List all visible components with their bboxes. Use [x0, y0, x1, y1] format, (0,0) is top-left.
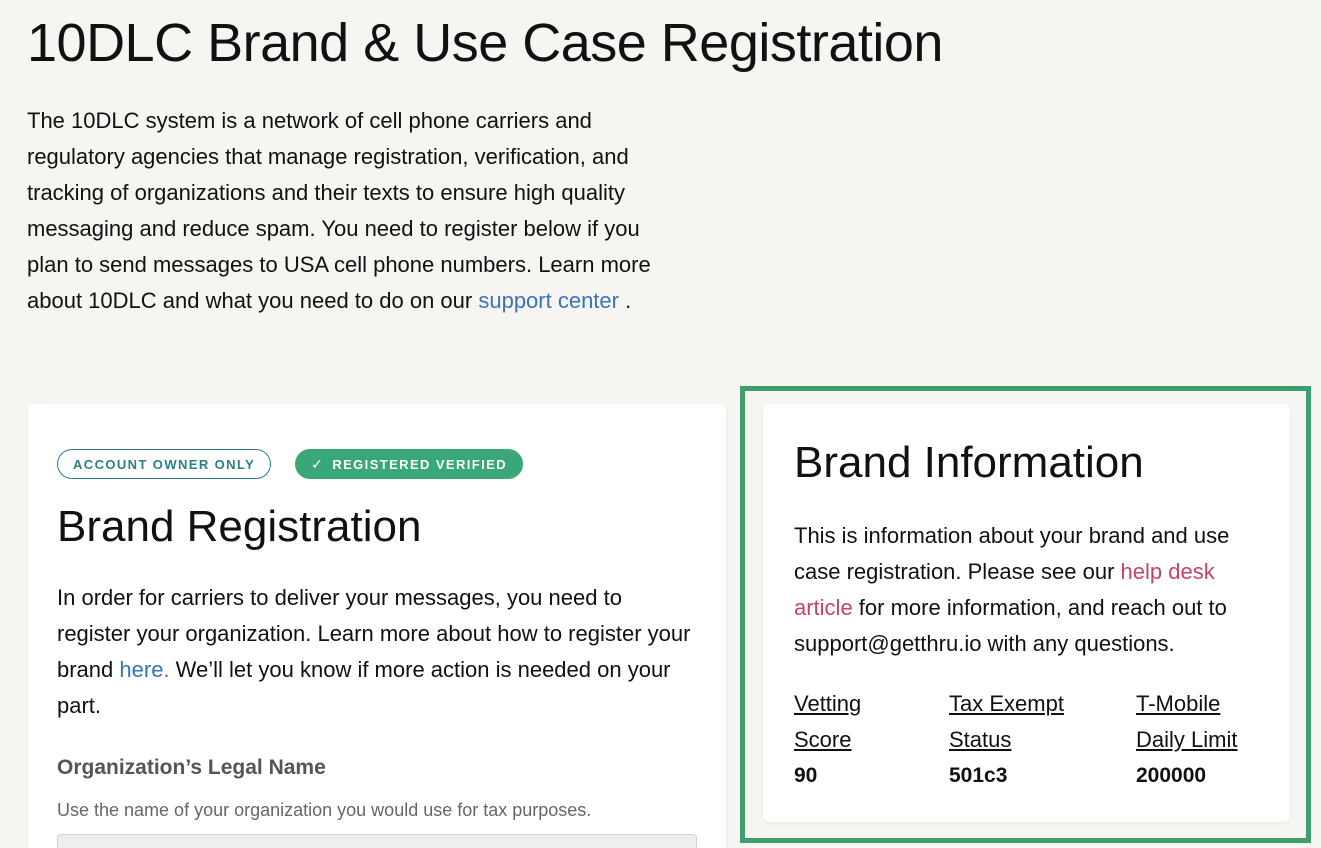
- brand-information-title: Brand Information: [794, 438, 1144, 487]
- brand-registration-description: In order for carriers to deliver your me…: [57, 580, 697, 724]
- legal-name-help: Use the name of your organization you wo…: [57, 800, 592, 820]
- tmobile-daily-limit-label[interactable]: T-Mobile Daily Limit: [1136, 686, 1237, 758]
- tax-exempt-status-stat: Tax Exempt Status 501c3: [949, 686, 1064, 794]
- check-icon: ✓: [311, 455, 325, 472]
- tax-exempt-status-label-line2: Status: [949, 727, 1012, 752]
- brand-registration-title: Brand Registration: [57, 502, 422, 551]
- tmobile-daily-limit-stat: T-Mobile Daily Limit 200000: [1136, 686, 1237, 794]
- legal-name-label: Organization’s Legal Name: [57, 756, 326, 779]
- tax-exempt-status-label-line1: Tax Exempt: [949, 691, 1064, 716]
- register-brand-here-link[interactable]: here.: [119, 657, 169, 682]
- intro-body: The 10DLC system is a network of cell ph…: [27, 108, 651, 313]
- intro-text: The 10DLC system is a network of cell ph…: [27, 103, 667, 319]
- page: 10DLC Brand & Use Case Registration The …: [0, 0, 1321, 848]
- account-owner-badge: ACCOUNT OWNER ONLY: [57, 449, 272, 479]
- tmobile-daily-limit-value: 200000: [1136, 764, 1207, 787]
- brand-information-description: This is information about your brand and…: [794, 518, 1264, 662]
- account-owner-badge-label: ACCOUNT OWNER ONLY: [73, 456, 256, 472]
- tmobile-daily-limit-label-line1: T-Mobile: [1136, 691, 1221, 716]
- badge-row: ACCOUNT OWNER ONLY ✓ REGISTERED VERIFIED: [57, 449, 523, 479]
- vetting-score-stat: Vetting Score 90: [794, 686, 861, 794]
- registered-verified-badge-label: REGISTERED VERIFIED: [332, 456, 507, 472]
- legal-name-input[interactable]: [57, 834, 697, 848]
- brand-information-card: Brand Information This is information ab…: [763, 404, 1290, 822]
- support-center-link[interactable]: support center: [478, 288, 619, 313]
- vetting-score-label-line1: Vetting: [794, 691, 862, 716]
- brand-information-text-end: for more information, and reach out to s…: [794, 595, 1227, 656]
- brand-registration-card: ACCOUNT OWNER ONLY ✓ REGISTERED VERIFIED…: [28, 404, 726, 848]
- page-title: 10DLC Brand & Use Case Registration: [27, 13, 943, 73]
- tmobile-daily-limit-label-line2: Daily Limit: [1136, 727, 1238, 752]
- vetting-score-label-line2: Score: [794, 727, 852, 752]
- vetting-score-label[interactable]: Vetting Score: [794, 686, 861, 758]
- registered-verified-badge: ✓ REGISTERED VERIFIED: [295, 449, 523, 479]
- tax-exempt-status-label[interactable]: Tax Exempt Status: [949, 686, 1064, 758]
- vetting-score-value: 90: [794, 764, 818, 787]
- intro-end: .: [618, 288, 632, 313]
- tax-exempt-status-value: 501c3: [949, 764, 1008, 787]
